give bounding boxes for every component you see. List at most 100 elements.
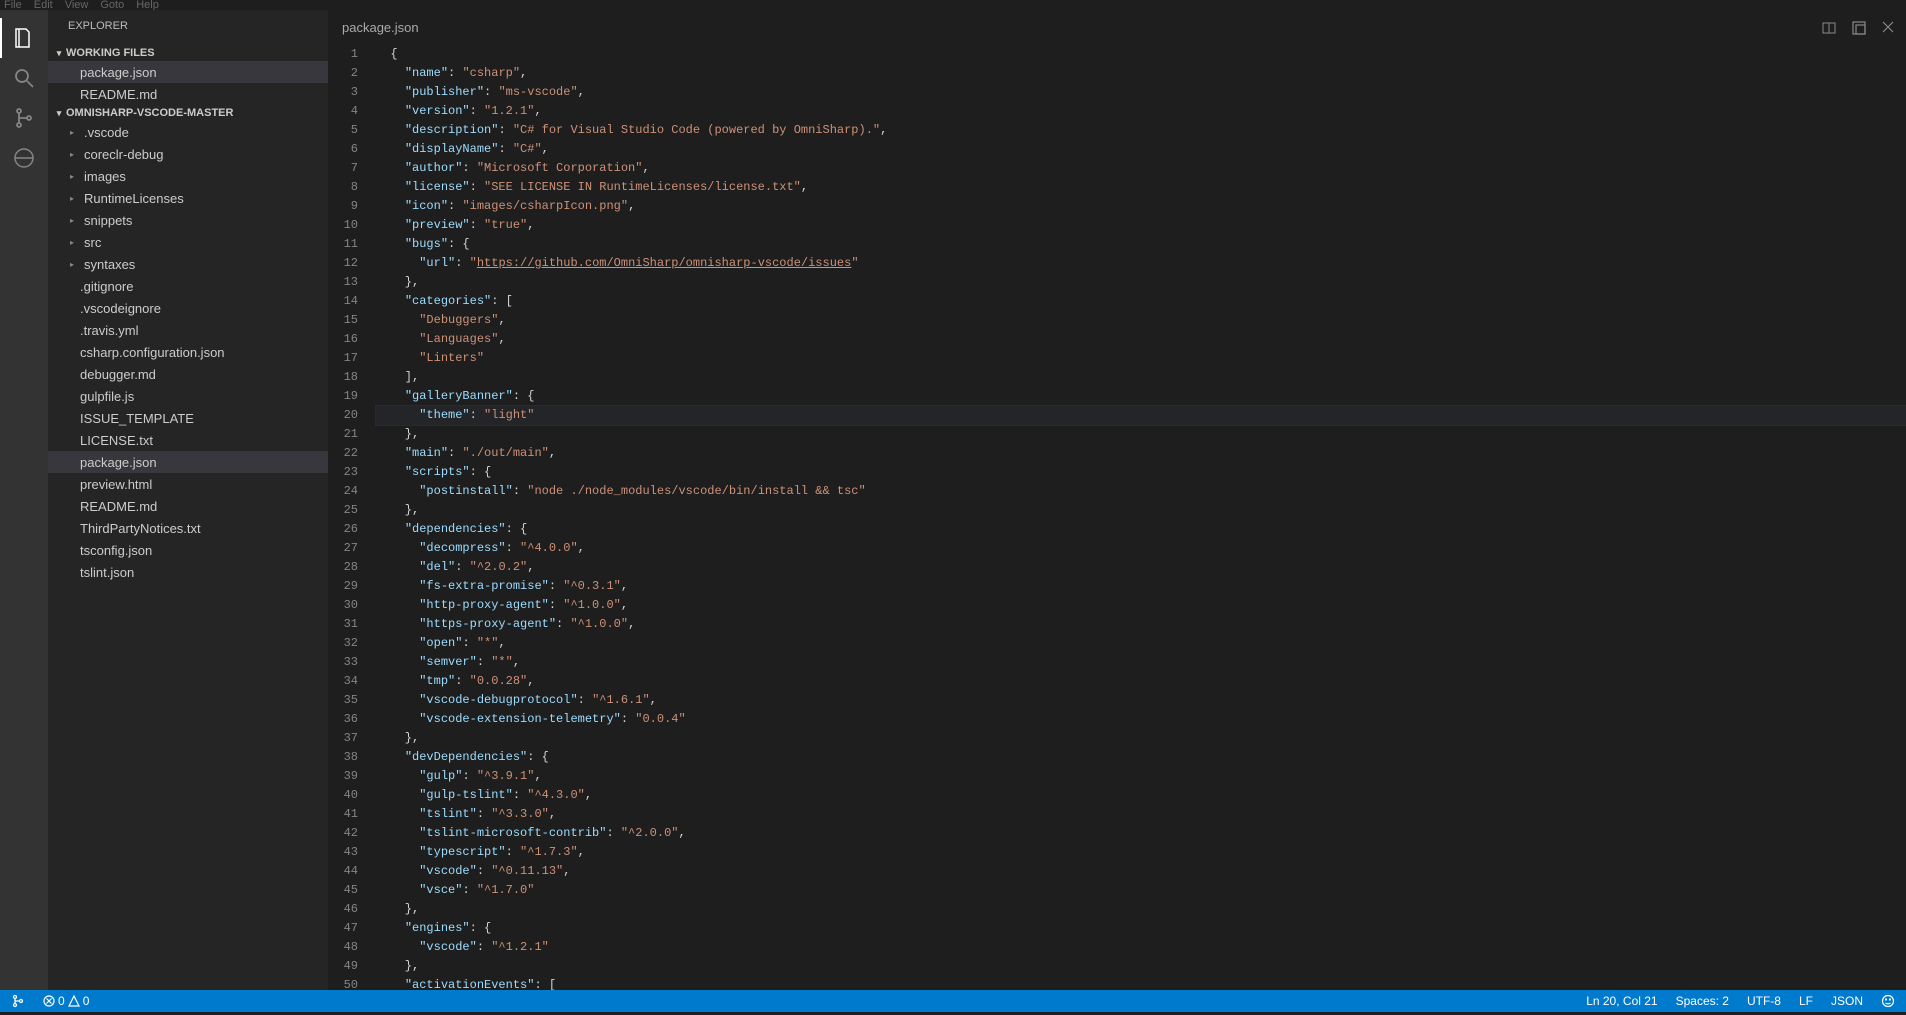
code-line[interactable]: "preview": "true", <box>376 216 1906 235</box>
line-number: 45 <box>328 881 358 900</box>
file-item[interactable]: .gitignore <box>48 275 328 297</box>
code-line[interactable]: "version": "1.2.1", <box>376 102 1906 121</box>
close-icon[interactable] <box>1878 17 1898 39</box>
folder-item[interactable]: ▸RuntimeLicenses <box>48 187 328 209</box>
git-icon[interactable] <box>0 98 48 138</box>
code-line[interactable]: "categories": [ <box>376 292 1906 311</box>
code-line[interactable]: "scripts": { <box>376 463 1906 482</box>
code-line[interactable]: "tslint": "^3.3.0", <box>376 805 1906 824</box>
folder-label: src <box>84 235 101 250</box>
code-line[interactable]: "dependencies": { <box>376 520 1906 539</box>
code-line[interactable]: "icon": "images/csharpIcon.png", <box>376 197 1906 216</box>
code-line[interactable]: "activationEvents": [ <box>376 976 1906 990</box>
code-line[interactable]: "vscode-extension-telemetry": "0.0.4" <box>376 710 1906 729</box>
debug-icon[interactable] <box>0 138 48 178</box>
code-editor[interactable]: 1234567891011121314151617181920212223242… <box>328 45 1906 990</box>
code-line[interactable]: "author": "Microsoft Corporation", <box>376 159 1906 178</box>
code-line[interactable]: "https-proxy-agent": "^1.0.0", <box>376 615 1906 634</box>
code-line[interactable]: "Debuggers", <box>376 311 1906 330</box>
code-line[interactable]: "displayName": "C#", <box>376 140 1906 159</box>
code-line[interactable]: "postinstall": "node ./node_modules/vsco… <box>376 482 1906 501</box>
code-line[interactable]: "Languages", <box>376 330 1906 349</box>
feedback-icon[interactable] <box>1878 994 1898 1008</box>
status-linecol[interactable]: Ln 20, Col 21 <box>1583 994 1660 1008</box>
code-line[interactable]: }, <box>376 900 1906 919</box>
code-line[interactable]: "engines": { <box>376 919 1906 938</box>
code-line[interactable]: "description": "C# for Visual Studio Cod… <box>376 121 1906 140</box>
code-line[interactable]: "name": "csharp", <box>376 64 1906 83</box>
code-line[interactable]: "fs-extra-promise": "^0.3.1", <box>376 577 1906 596</box>
open-tab-label[interactable]: package.json <box>342 20 419 35</box>
code-line[interactable]: "url": "https://github.com/OmniSharp/omn… <box>376 254 1906 273</box>
code-line[interactable]: "bugs": { <box>376 235 1906 254</box>
working-file-item[interactable]: package.json <box>48 61 328 83</box>
file-item[interactable]: csharp.configuration.json <box>48 341 328 363</box>
code-content[interactable]: { "name": "csharp", "publisher": "ms-vsc… <box>376 45 1906 990</box>
file-item[interactable]: debugger.md <box>48 363 328 385</box>
code-line[interactable]: { <box>376 45 1906 64</box>
code-line[interactable]: "theme": "light" <box>376 406 1906 425</box>
code-line[interactable]: }, <box>376 273 1906 292</box>
code-line[interactable]: "vsce": "^1.7.0" <box>376 881 1906 900</box>
file-item[interactable]: .travis.yml <box>48 319 328 341</box>
folder-item[interactable]: ▸snippets <box>48 209 328 231</box>
code-line[interactable]: "http-proxy-agent": "^1.0.0", <box>376 596 1906 615</box>
folder-item[interactable]: ▸src <box>48 231 328 253</box>
code-line[interactable]: "gulp-tslint": "^4.3.0", <box>376 786 1906 805</box>
line-number: 32 <box>328 634 358 653</box>
folder-item[interactable]: ▸.vscode <box>48 121 328 143</box>
line-number: 20 <box>328 406 358 425</box>
folder-item[interactable]: ▸coreclr-debug <box>48 143 328 165</box>
file-item[interactable]: tsconfig.json <box>48 539 328 561</box>
code-line[interactable]: }, <box>376 729 1906 748</box>
code-line[interactable]: "devDependencies": { <box>376 748 1906 767</box>
code-line[interactable]: "vscode-debugprotocol": "^1.6.1", <box>376 691 1906 710</box>
code-line[interactable]: }, <box>376 501 1906 520</box>
folder-label: snippets <box>84 213 132 228</box>
code-line[interactable]: "galleryBanner": { <box>376 387 1906 406</box>
file-item[interactable]: gulpfile.js <box>48 385 328 407</box>
code-line[interactable]: "typescript": "^1.7.3", <box>376 843 1906 862</box>
file-item[interactable]: package.json <box>48 451 328 473</box>
code-line[interactable]: "main": "./out/main", <box>376 444 1906 463</box>
file-item[interactable]: README.md <box>48 495 328 517</box>
code-line[interactable]: "decompress": "^4.0.0", <box>376 539 1906 558</box>
code-line[interactable]: "semver": "*", <box>376 653 1906 672</box>
code-line[interactable]: ], <box>376 368 1906 387</box>
status-encoding[interactable]: UTF-8 <box>1744 994 1784 1008</box>
file-item[interactable]: ISSUE_TEMPLATE <box>48 407 328 429</box>
status-spaces[interactable]: Spaces: 2 <box>1673 994 1732 1008</box>
code-line[interactable]: "del": "^2.0.2", <box>376 558 1906 577</box>
file-item[interactable]: tslint.json <box>48 561 328 583</box>
split-editor-icon[interactable] <box>1818 17 1840 39</box>
status-eol[interactable]: LF <box>1796 994 1816 1008</box>
explorer-icon[interactable] <box>0 18 48 58</box>
file-item[interactable]: .vscodeignore <box>48 297 328 319</box>
code-line[interactable]: "vscode": "^0.11.13", <box>376 862 1906 881</box>
file-item[interactable]: ThirdPartyNotices.txt <box>48 517 328 539</box>
working-file-item[interactable]: README.md <box>48 83 328 105</box>
code-line[interactable]: "Linters" <box>376 349 1906 368</box>
code-line[interactable]: "publisher": "ms-vscode", <box>376 83 1906 102</box>
code-line[interactable]: }, <box>376 425 1906 444</box>
status-git-icon[interactable] <box>8 994 28 1008</box>
search-icon[interactable] <box>0 58 48 98</box>
folder-item[interactable]: ▸images <box>48 165 328 187</box>
status-problems[interactable]: 0 0 <box>40 994 92 1008</box>
code-line[interactable]: "license": "SEE LICENSE IN RuntimeLicens… <box>376 178 1906 197</box>
code-line[interactable]: "open": "*", <box>376 634 1906 653</box>
code-line[interactable]: "vscode": "^1.2.1" <box>376 938 1906 957</box>
folder-label: images <box>84 169 126 184</box>
project-header[interactable]: ▾ OMNISHARP-VSCODE-MASTER <box>48 105 328 121</box>
code-line[interactable]: "tmp": "0.0.28", <box>376 672 1906 691</box>
more-icon[interactable] <box>1848 17 1870 39</box>
file-item[interactable]: LICENSE.txt <box>48 429 328 451</box>
working-files-header[interactable]: ▾ WORKING FILES <box>48 45 328 61</box>
line-number: 19 <box>328 387 358 406</box>
status-langmode[interactable]: JSON <box>1828 994 1866 1008</box>
code-line[interactable]: "gulp": "^3.9.1", <box>376 767 1906 786</box>
code-line[interactable]: "tslint-microsoft-contrib": "^2.0.0", <box>376 824 1906 843</box>
code-line[interactable]: }, <box>376 957 1906 976</box>
folder-item[interactable]: ▸syntaxes <box>48 253 328 275</box>
file-item[interactable]: preview.html <box>48 473 328 495</box>
